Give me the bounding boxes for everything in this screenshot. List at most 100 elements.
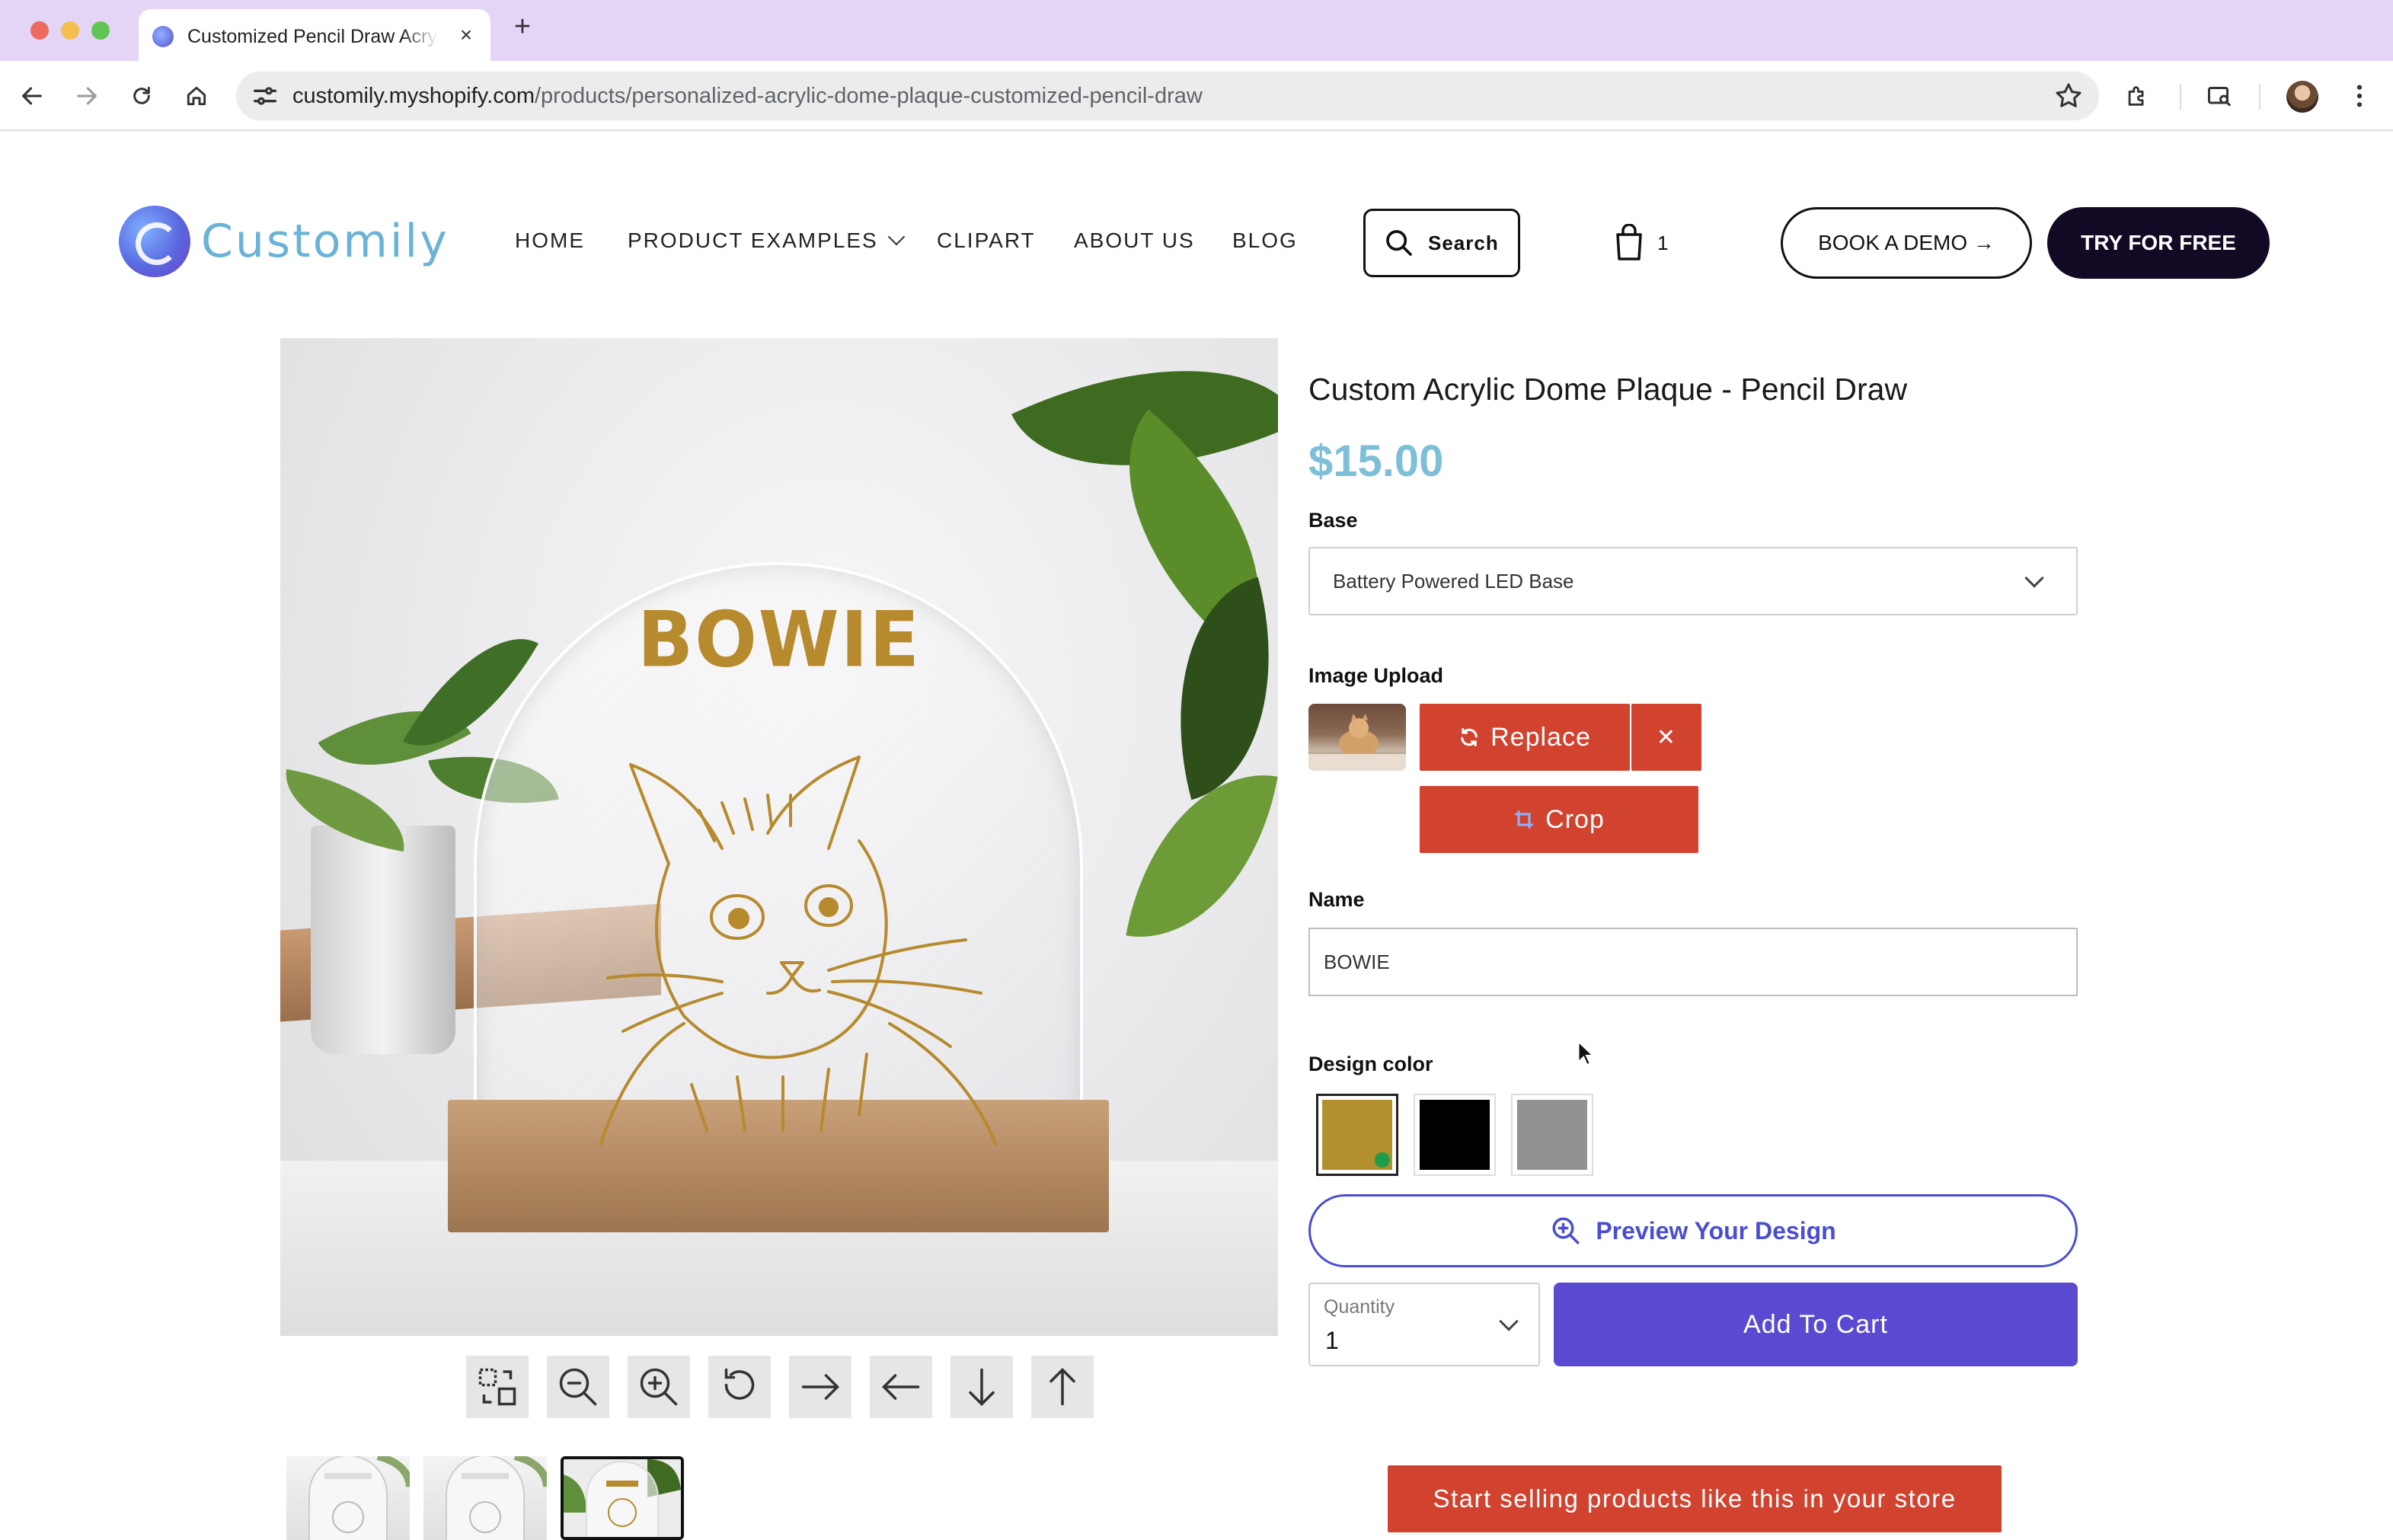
thumbnail-image <box>564 1459 681 1537</box>
product-thumbnail[interactable] <box>286 1456 410 1540</box>
move-down-button[interactable] <box>950 1356 1013 1418</box>
toolbar-separator <box>2259 84 2260 110</box>
zoom-in-icon <box>640 1368 678 1406</box>
logo-text[interactable]: Customily <box>201 215 449 268</box>
remove-image-button[interactable]: ✕ <box>1631 704 1701 771</box>
forward-arrow-icon[interactable] <box>70 79 104 113</box>
crop-icon <box>1515 810 1533 829</box>
plant-pot <box>311 826 455 1054</box>
move-right-button[interactable] <box>789 1356 851 1418</box>
color-swatch-gray[interactable] <box>1511 1094 1593 1176</box>
product-preview-image[interactable]: BOWIE <box>280 338 1278 1336</box>
product-thumbnail-selected[interactable] <box>561 1456 684 1540</box>
engraved-name: BOWIE <box>637 595 921 685</box>
browser-tab-active[interactable]: Customized Pencil Draw Acrylic Dome Plaq… <box>139 9 490 61</box>
customily-favicon-icon <box>152 26 174 47</box>
nav-home[interactable]: HOME <box>515 228 585 253</box>
mouse-cursor-icon <box>1577 1040 1595 1066</box>
swatch-fill <box>1420 1100 1490 1170</box>
search-label: Search <box>1428 231 1499 254</box>
uploaded-cat-photo <box>1308 714 1406 771</box>
product-thumbnail[interactable] <box>423 1456 547 1540</box>
window-minimize-button[interactable] <box>61 21 79 40</box>
rotate-button[interactable] <box>708 1356 771 1418</box>
start-selling-button[interactable]: Start selling products like this in your… <box>1388 1465 2002 1532</box>
base-label: Base <box>1308 509 1358 532</box>
book-demo-button[interactable]: BOOK A DEMO → <box>1781 207 2032 279</box>
add-to-cart-button[interactable]: Add To Cart <box>1554 1283 2078 1366</box>
window-maximize-button[interactable] <box>91 21 110 40</box>
crop-image-button[interactable]: Crop <box>1420 786 1698 853</box>
refresh-icon <box>1461 727 1478 747</box>
design-color-label: Design color <box>1308 1053 1433 1075</box>
move-left-button[interactable] <box>870 1356 932 1418</box>
base-select-value: Battery Powered LED Base <box>1333 570 1574 593</box>
color-swatch-black[interactable] <box>1414 1094 1496 1176</box>
tab-close-icon[interactable]: × <box>454 23 478 47</box>
tab-search-icon[interactable] <box>2203 79 2236 113</box>
quantity-label: Quantity <box>1324 1296 1395 1318</box>
try-for-free-button[interactable]: TRY FOR FREE <box>2047 207 2270 279</box>
close-icon: ✕ <box>1656 724 1677 750</box>
rotate-icon <box>724 1368 755 1400</box>
zoom-in-button[interactable] <box>628 1356 690 1418</box>
product-price: $15.00 <box>1308 436 1444 486</box>
preview-design-button[interactable]: Preview Your Design <box>1308 1194 2078 1267</box>
url-text: customily.myshopify.com/products/persona… <box>292 84 1203 108</box>
check-icon <box>1375 1152 1390 1168</box>
quantity-value: 1 <box>1325 1327 1339 1354</box>
nav-product-examples[interactable]: PRODUCT EXAMPLES <box>628 228 905 253</box>
crop-label: Crop <box>1545 804 1605 834</box>
base-select[interactable]: Battery Powered LED Base <box>1308 547 2078 615</box>
tab-title: Customized Pencil Draw Acrylic Dome Plaq… <box>187 26 439 47</box>
replace-label: Replace <box>1490 722 1591 752</box>
search-icon <box>1386 230 1412 256</box>
nav-about-us[interactable]: ABOUT US <box>1074 228 1195 253</box>
cart-count: 1 <box>1657 232 1669 254</box>
move-up-button[interactable] <box>1031 1356 1094 1418</box>
arrow-up-icon <box>1050 1368 1075 1406</box>
pencil-cat-drawing <box>599 756 998 1145</box>
back-arrow-icon[interactable] <box>15 79 49 113</box>
new-tab-icon[interactable]: + <box>509 12 536 41</box>
nav-blog[interactable]: BLOG <box>1232 228 1298 253</box>
preview-label: Preview Your Design <box>1596 1216 1836 1244</box>
browser-menu-icon[interactable] <box>2343 79 2376 113</box>
zoom-in-icon <box>1552 1217 1580 1244</box>
arrow-right-icon <box>801 1374 839 1400</box>
thumbnail-image <box>308 1456 410 1540</box>
site-settings-icon[interactable] <box>250 81 280 111</box>
extensions-puzzle-icon[interactable] <box>2120 79 2154 113</box>
toolbar-separator <box>2180 84 2181 110</box>
color-swatch-gold[interactable] <box>1316 1094 1398 1176</box>
name-label: Name <box>1308 888 1365 911</box>
quantity-select[interactable]: Quantity 1 <box>1308 1283 1540 1366</box>
address-bar[interactable]: customily.myshopify.com/products/persona… <box>236 72 2099 120</box>
arrow-left-icon <box>882 1374 920 1400</box>
browser-toolbar: customily.myshopify.com/products/persona… <box>0 61 2393 131</box>
zoom-out-button[interactable] <box>547 1356 609 1418</box>
replace-image-button[interactable]: Replace <box>1420 704 1630 771</box>
home-icon[interactable] <box>180 79 213 113</box>
select-toggle-icon <box>478 1368 516 1406</box>
customily-logo-icon[interactable] <box>119 206 190 277</box>
arrow-down-icon <box>969 1368 995 1406</box>
zoom-out-icon <box>559 1368 597 1406</box>
nav-product-examples-label: PRODUCT EXAMPLES <box>628 228 878 252</box>
browser-tab-bar: Customized Pencil Draw Acrylic Dome Plaq… <box>0 0 2393 61</box>
chevron-down-icon <box>1499 1312 1519 1331</box>
search-button[interactable]: Search <box>1363 209 1520 277</box>
uploaded-image-thumbnail <box>1308 704 1406 771</box>
chevron-down-icon <box>887 228 905 246</box>
bookmark-star-icon[interactable] <box>2053 81 2084 111</box>
nav-clipart[interactable]: CLIPART <box>937 228 1036 253</box>
swatch-fill <box>1517 1100 1587 1170</box>
window-close-button[interactable] <box>30 21 49 40</box>
select-toggle-button[interactable] <box>466 1356 529 1418</box>
product-title: Custom Acrylic Dome Plaque - Pencil Draw <box>1308 372 1908 407</box>
name-input[interactable] <box>1308 928 2078 996</box>
thumbnail-image <box>446 1456 547 1540</box>
reload-icon[interactable] <box>125 79 158 113</box>
profile-avatar[interactable] <box>2286 81 2318 113</box>
image-upload-label: Image Upload <box>1308 664 1444 687</box>
